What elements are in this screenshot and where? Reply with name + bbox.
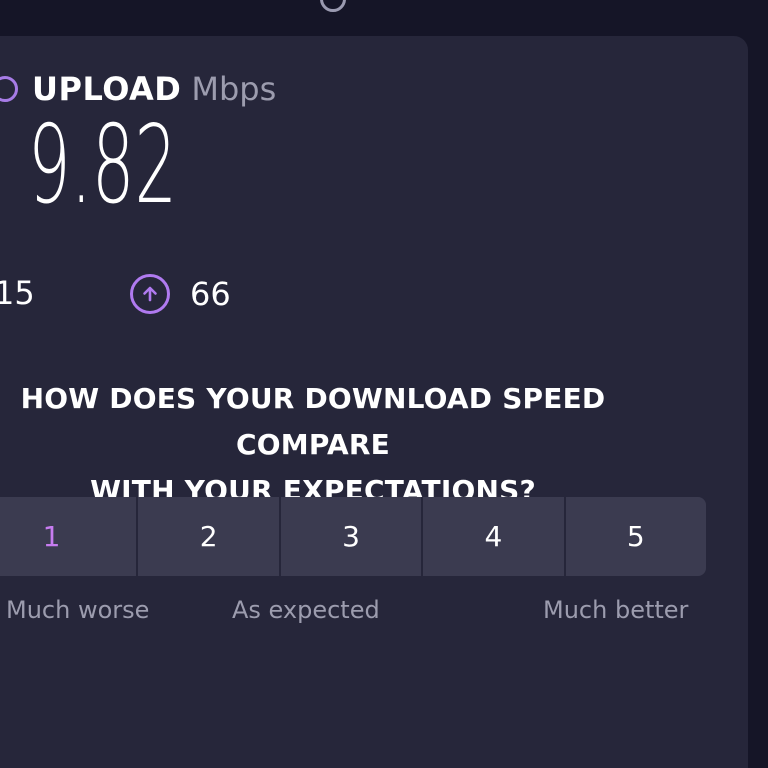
menu-icon[interactable]: ᐩ — [544, 0, 553, 5]
rating-button-5[interactable]: 5 — [565, 497, 706, 576]
upload-icon — [0, 76, 18, 102]
ping-right-value: 66 — [190, 275, 231, 313]
ping-upload: 66 — [130, 274, 231, 314]
rating-bar: 1 2 3 4 5 — [0, 497, 706, 576]
feedback-question: HOW DOES YOUR DOWNLOAD SPEED COMPARE WIT… — [0, 376, 686, 514]
rating-button-4[interactable]: 4 — [423, 497, 566, 576]
ping-left-value: 15 — [0, 274, 35, 312]
rating-button-3[interactable]: 3 — [280, 497, 424, 576]
scale-label-high: Much better — [543, 596, 689, 624]
upload-speed-value: 9.82 — [28, 103, 178, 228]
scale-label-mid: As expected — [232, 596, 380, 624]
top-toolbar-partial: ᐩ — [316, 0, 576, 12]
upload-unit: Mbps — [191, 70, 277, 108]
scale-label-low: Much worse — [6, 596, 150, 624]
speed-test-page: ᐩ UPLOAD Mbps 9.82 15 66 HOW DOES YOUR D… — [0, 0, 768, 768]
settings-icon[interactable] — [320, 0, 346, 12]
rating-button-2[interactable]: 2 — [138, 497, 281, 576]
arrow-up-circle-icon — [130, 274, 170, 314]
feedback-question-line1: HOW DOES YOUR DOWNLOAD SPEED COMPARE — [20, 382, 606, 461]
rating-button-1[interactable]: 1 — [0, 497, 139, 576]
